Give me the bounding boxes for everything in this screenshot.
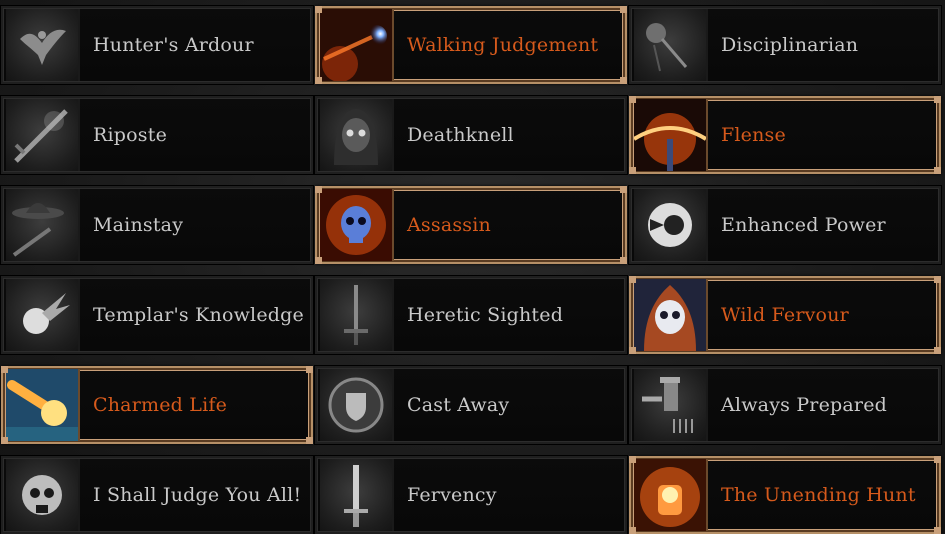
talent-tile[interactable]: The Unending Hunt [629,456,941,534]
meteor-icon [6,369,80,441]
frame-corner [315,77,322,84]
talent-tile[interactable]: Cast Away [315,366,627,444]
talent-label: Charmed Life [93,394,228,416]
frame-corner [620,186,627,193]
frame-corner [934,167,941,174]
shield-icon [320,369,394,441]
frame-corner [934,456,941,463]
talent-tile[interactable]: I Shall Judge You All! [1,456,313,534]
blue-skull-icon [320,189,394,261]
talent-label: Riposte [93,124,168,146]
talent-label: Enhanced Power [721,214,886,236]
talent-label: Assassin [407,214,491,236]
talent-label: Cast Away [407,394,510,416]
frame-corner [934,347,941,354]
sword-slash-icon [6,99,80,171]
talent-tile[interactable]: Walking Judgement [315,6,627,84]
flail-icon [634,9,708,81]
frame-corner [934,276,941,283]
longsword-icon [320,279,394,351]
talent-tile[interactable]: Wild Fervour [629,276,941,354]
talent-tile[interactable]: Deathknell [315,96,627,174]
talent-tile[interactable]: Flense [629,96,941,174]
talent-tile[interactable]: Enhanced Power [629,186,941,264]
talent-tile[interactable]: Riposte [1,96,313,174]
power-orb-icon [634,189,708,261]
frame-corner [306,437,313,444]
talent-tile[interactable]: Templar's Knowledge [1,276,313,354]
talent-label: Heretic Sighted [407,304,564,326]
talent-label: Walking Judgement [407,34,599,56]
frame-corner [629,456,636,463]
frame-corner [1,437,8,444]
talent-tile[interactable]: Mainstay [1,186,313,264]
talent-label: Always Prepared [721,394,888,416]
talent-label: Hunter's Ardour [93,34,254,56]
talent-label: Mainstay [93,214,184,236]
burning-fist-icon [634,459,708,531]
talent-tile[interactable]: Disciplinarian [629,6,941,84]
dove-icon [6,9,80,81]
glowing-sword-icon [320,459,394,531]
talent-label: Flense [721,124,786,146]
talent-label: Deathknell [407,124,514,146]
talent-label: Wild Fervour [721,304,849,326]
gunslinger-icon [634,369,708,441]
talent-tile[interactable]: Assassin [315,186,627,264]
frame-corner [934,96,941,103]
comet-icon [320,9,394,81]
hooded-skull-icon [320,99,394,171]
talent-label: Templar's Knowledge [93,304,304,326]
frame-corner [315,6,322,13]
frame-corner [306,366,313,373]
frame-corner [620,257,627,264]
skull-emblem-icon [6,459,80,531]
talent-grid: Hunter's Ardour Walking Judgement Discipli… [0,0,945,534]
talent-tile[interactable]: Hunter's Ardour [1,6,313,84]
talent-label: I Shall Judge You All! [93,484,302,506]
frame-corner [315,186,322,193]
talent-label: Disciplinarian [721,34,859,56]
frame-corner [629,347,636,354]
frame-corner [1,366,8,373]
talent-tile[interactable]: Charmed Life [1,366,313,444]
talent-tile[interactable]: Always Prepared [629,366,941,444]
frame-corner [620,6,627,13]
witch-hunter-hat-icon [6,189,80,261]
talent-label: The Unending Hunt [721,484,916,506]
frame-corner [620,77,627,84]
talent-tile[interactable]: Fervency [315,456,627,534]
explosion-icon [634,99,708,171]
frame-corner [629,276,636,283]
frame-corner [315,257,322,264]
flaming-skull-icon [634,279,708,351]
frame-corner [629,167,636,174]
talent-tile[interactable]: Heretic Sighted [315,276,627,354]
fireball-icon [6,279,80,351]
talent-label: Fervency [407,484,497,506]
frame-corner [629,96,636,103]
